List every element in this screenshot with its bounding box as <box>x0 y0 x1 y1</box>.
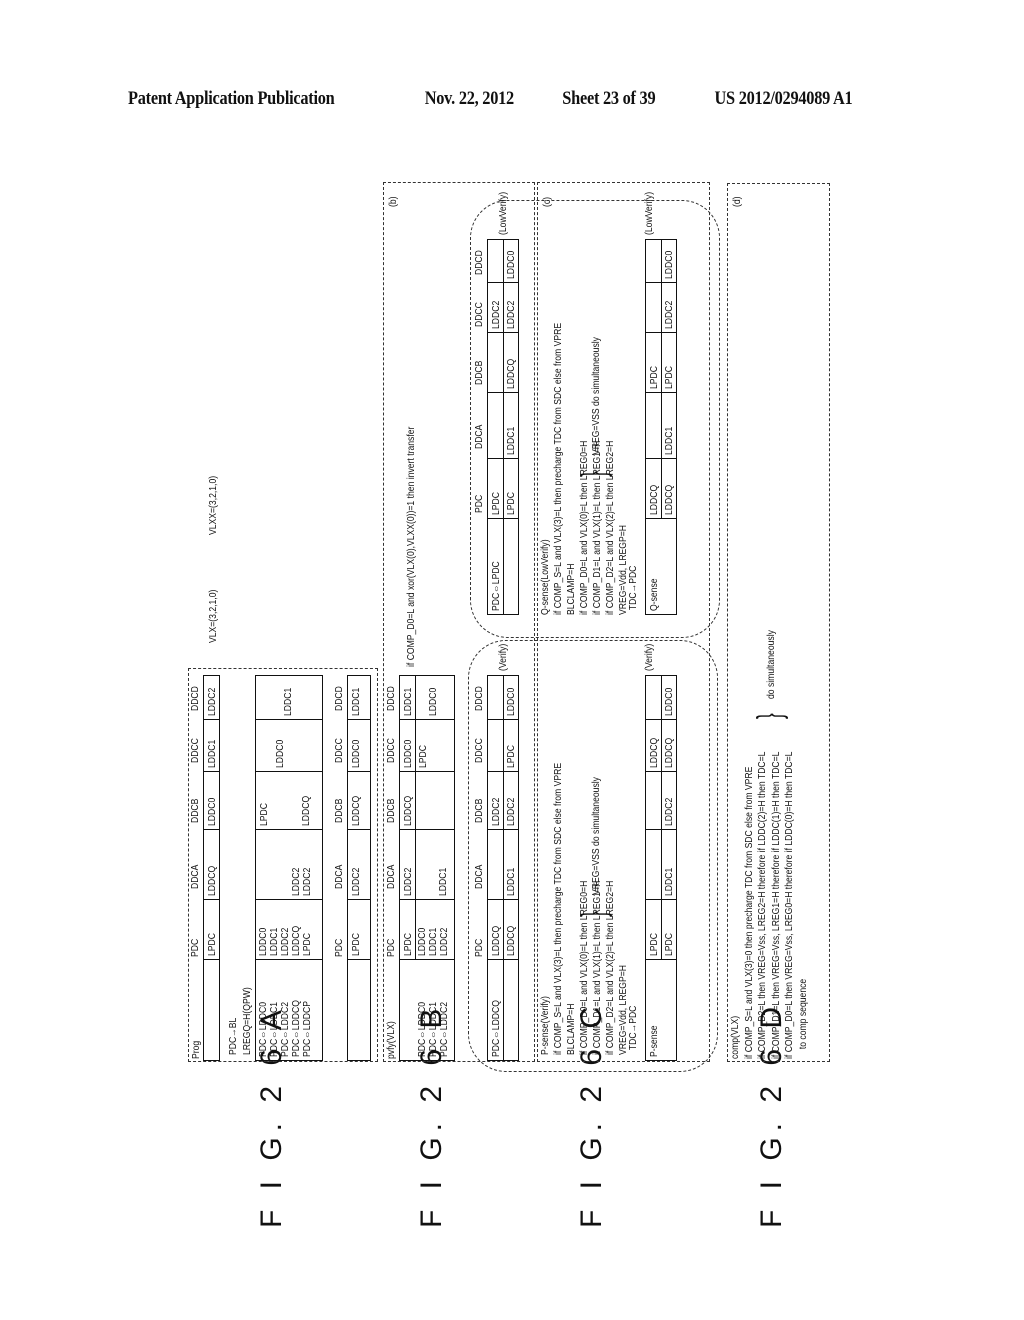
table-cell: LDDC2 LDDC2 <box>256 830 322 900</box>
table-cell: LDDC0 LDDC1 LDDC2 LDDCQ LPDC <box>256 900 322 960</box>
comp-block: comp(VLX) if COMP_S=L and VLX(3)=0 then … <box>729 752 810 1059</box>
comp-title: comp(VLX) <box>729 1015 741 1059</box>
comp-line: if COMP_D1=L then VREG=Vss, LREG1=H ther… <box>769 751 782 1059</box>
table-cell: LDDC1 <box>348 676 370 720</box>
table-cell: LDDC1 <box>400 676 415 720</box>
comp-brace-text: do simultaneously <box>765 630 777 699</box>
drawing-stage: Prog PDC DDCA DDCB DDCC DDCD LPDC LDDCQ … <box>185 180 835 1075</box>
col-header: DDCD <box>385 686 397 711</box>
table-cell: LPDC <box>348 900 370 960</box>
table-cell: LDDCQ <box>400 772 415 830</box>
fig-26a-prog-table: LPDC LDDCQ LDDC0 LDDC1 LDDC2 <box>203 675 220 1061</box>
publication-title: Patent Application Publication <box>128 88 335 109</box>
fig-26a-title: Prog <box>190 1040 202 1059</box>
comp-line: if COMP_D0=L then VREG=Vss, LREG0=H ther… <box>783 751 795 1059</box>
table-cell: LDDC1 <box>256 676 322 720</box>
lowverify-group-outline <box>470 200 720 638</box>
table-cell: LPDC <box>204 900 219 960</box>
table-cell: LDDC1 <box>415 830 454 900</box>
col-header: DDCB <box>385 798 397 823</box>
table-cell: LDDC0 <box>348 720 370 772</box>
table-cell: LPDC <box>415 720 454 772</box>
col-header: PDC <box>385 938 397 957</box>
fig-26b-pvfy-table: LPDC LDDC2 LDDCQ LDDC0 LDDC1 PDC⇔LDDC0 P… <box>399 675 455 1061</box>
table-cell: LDDCQ <box>348 772 370 830</box>
fig-26b-title: pvfy(VLX) <box>385 1021 397 1059</box>
fig-26d-tag: (d) <box>731 196 743 207</box>
table-cell: LDDC2 <box>348 830 370 900</box>
publication-date: Nov. 22, 2012 <box>424 88 515 109</box>
patent-number: US 2012/0294089 A1 <box>714 88 853 109</box>
table-cell: LDDC0 LDDC1 LDDC2 <box>415 900 454 960</box>
col-header: DDCB <box>333 798 345 823</box>
table-cell: LPDC <box>400 900 415 960</box>
table-cell: LDDCQ <box>204 830 219 900</box>
col-header: DDCC <box>189 738 201 763</box>
sheet-number: Sheet 23 of 39 <box>562 88 656 109</box>
fig-26a-transfer-table: PDC⇔LDDC0 PDC⇔LDDC1 PDC⇔LDDC2 PDC⇔LDDCQ … <box>255 675 323 1061</box>
comp-line: if COMP_D2=L then VREG=Vss, LREG2=H ther… <box>756 751 768 1059</box>
pdc-to-bl: PDC→BL <box>227 1017 239 1055</box>
col-header: PDC <box>333 938 345 957</box>
op-line: PDC⇔LDDCP <box>301 1001 313 1057</box>
comp-line: if COMP_S=L and VLX(3)=0 then precharge … <box>742 766 755 1059</box>
table-cell: LDDC0 <box>400 720 415 772</box>
table-cell: LDDC2 <box>400 830 415 900</box>
brace-icon: } <box>751 713 789 719</box>
col-header: DDCC <box>333 738 345 763</box>
table-cell: LDDC0 <box>415 676 454 720</box>
comp-line: to comp sequence <box>796 978 809 1050</box>
col-header: DDCC <box>385 738 397 763</box>
col-header: DDCA <box>385 864 397 889</box>
verify-group-outline <box>468 640 718 1072</box>
fig-26b-tag: (b) <box>387 196 399 207</box>
invert-transfer-condition: if COMP_D0=L and xor(VLX(0),VLXX(0))=1 t… <box>405 426 417 667</box>
col-header: DDCB <box>189 798 201 823</box>
col-header: PDC <box>189 938 201 957</box>
table-cell: LDDC0 <box>204 772 219 830</box>
table-cell: LPDC LDDCQ <box>256 772 322 830</box>
col-header: DDCA <box>189 864 201 889</box>
fig-26a-result-table: LPDC LDDC2 LDDCQ LDDC0 LDDC1 <box>347 675 371 1061</box>
lregq-line: LREGQ=H(QPW) <box>241 987 253 1055</box>
op-line: PDC⇔LDDC2 <box>438 1001 450 1057</box>
vlx-definition: VLX=(3,2,1,0) <box>207 589 219 643</box>
col-header: DDCA <box>333 864 345 889</box>
table-cell: LDDC0 <box>256 720 322 772</box>
table-cell: LDDC2 <box>204 676 219 720</box>
table-cell: LDDC1 <box>204 720 219 772</box>
col-header: DDCD <box>333 686 345 711</box>
col-header: DDCD <box>189 686 201 711</box>
vlxx-definition: VLXX=(3,2,1,0) <box>207 475 219 535</box>
table-cell <box>415 772 454 830</box>
